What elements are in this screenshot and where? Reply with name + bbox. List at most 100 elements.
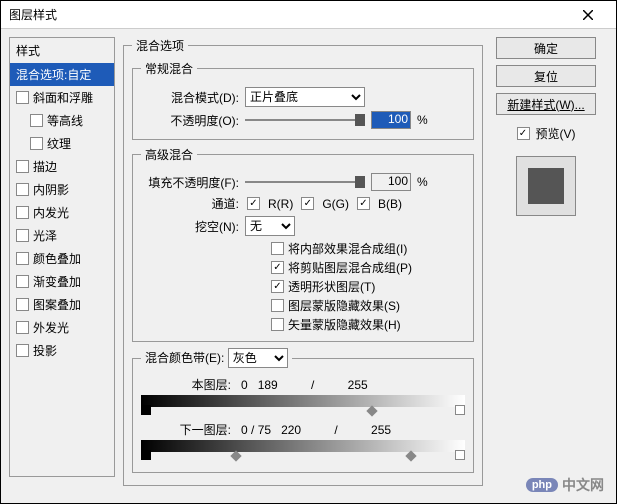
reset-button[interactable]: 复位 [496,65,596,87]
percent-label: % [417,113,428,127]
blend-if-group: 混合颜色带(E): 灰色 本图层: 0 189 / 255 [132,348,474,473]
content: 样式 混合选项:自定 斜面和浮雕 等高线 纹理 描边 内阴影 内发光 光泽 颜色… [1,29,616,503]
style-list: 样式 混合选项:自定 斜面和浮雕 等高线 纹理 描边 内阴影 内发光 光泽 颜色… [9,37,115,477]
checkbox[interactable] [16,183,29,196]
gradient-handle[interactable] [455,450,465,460]
under-layer-high: 220 / 255 [281,423,391,437]
this-layer-row: 本图层: 0 189 / 255 [141,376,465,393]
preview-label: 预览(V) [536,125,576,142]
gradient-handle[interactable] [141,405,151,415]
style-item-contour[interactable]: 等高线 [10,109,114,132]
ok-button[interactable]: 确定 [496,37,596,59]
gradient-handle[interactable] [455,405,465,415]
gradient-handle[interactable] [230,450,241,461]
buttons-panel: 确定 复位 新建样式(W)... 预览(V) [491,37,601,495]
this-layer-gradient[interactable] [141,395,465,409]
general-blend-legend: 常规混合 [141,60,197,77]
fill-opacity-row: 填充不透明度(F): 100 % [141,173,465,191]
checkbox[interactable] [16,91,29,104]
channel-g-checkbox[interactable] [301,197,314,210]
advanced-blend-group: 高级混合 填充不透明度(F): 100 % 通道: R(R) G(G) B(B) [132,146,474,342]
opacity-input[interactable]: 100 [371,111,411,129]
checkbox[interactable] [16,321,29,334]
channel-r-checkbox[interactable] [247,197,260,210]
style-item-gradient-overlay[interactable]: 渐变叠加 [10,270,114,293]
checkbox[interactable] [271,318,284,331]
style-item-inner-shadow[interactable]: 内阴影 [10,178,114,201]
checkbox[interactable] [16,252,29,265]
close-button[interactable] [568,1,608,29]
opt-layer-mask-hide: 图层蒙版隐藏效果(S) [271,297,465,314]
new-style-button[interactable]: 新建样式(W)... [496,93,596,115]
blend-mode-select[interactable]: 正片叠底 [245,87,365,107]
checkbox[interactable] [271,280,284,293]
style-item-bevel[interactable]: 斜面和浮雕 [10,86,114,109]
blend-if-legend: 混合颜色带(E): 灰色 [141,348,292,368]
checkbox[interactable] [271,242,284,255]
blend-options-group: 混合选项 常规混合 混合模式(D): 正片叠底 不透明度(O): 100 % [123,37,483,486]
preview-row: 预览(V) [517,125,576,142]
checkbox[interactable] [271,261,284,274]
this-layer-low: 0 [241,378,248,392]
fill-opacity-input[interactable]: 100 [371,173,411,191]
watermark-badge: php [526,478,558,492]
checkbox[interactable] [30,114,43,127]
under-layer-low: 0 / 75 [241,423,271,437]
styles-panel: 样式 混合选项:自定 斜面和浮雕 等高线 纹理 描边 内阴影 内发光 光泽 颜色… [9,37,115,495]
opacity-row: 不透明度(O): 100 % [141,111,465,129]
style-item-color-overlay[interactable]: 颜色叠加 [10,247,114,270]
advanced-blend-legend: 高级混合 [141,146,197,163]
under-layer-row: 下一图层: 0 / 75 220 / 255 [141,421,465,438]
opt-transparency-shapes: 透明形状图层(T) [271,278,465,295]
blend-mode-label: 混合模式(D): [141,89,239,106]
under-layer-gradient[interactable] [141,440,465,454]
style-item-stroke[interactable]: 描边 [10,155,114,178]
gradient-handle[interactable] [141,450,151,460]
blend-options-legend: 混合选项 [132,37,188,54]
gradient-handle[interactable] [405,450,416,461]
style-list-title: 样式 [10,38,114,63]
channel-g-label: G(G) [322,197,349,211]
style-item-outer-glow[interactable]: 外发光 [10,316,114,339]
this-layer-label: 本图层: [141,376,231,393]
checkbox[interactable] [16,229,29,242]
opacity-slider[interactable] [245,114,365,126]
checkbox[interactable] [16,206,29,219]
watermark: php 中文网 [526,475,604,495]
checkbox[interactable] [16,275,29,288]
this-layer-high: 189 / 255 [258,378,368,392]
blend-if-channel-select[interactable]: 灰色 [228,348,288,368]
knockout-row: 挖空(N): 无 [141,216,465,236]
style-item-pattern-overlay[interactable]: 图案叠加 [10,293,114,316]
knockout-label: 挖空(N): [141,218,239,235]
checkbox[interactable] [16,298,29,311]
channel-b-checkbox[interactable] [357,197,370,210]
general-blend-group: 常规混合 混合模式(D): 正片叠底 不透明度(O): 100 % [132,60,474,140]
watermark-text: 中文网 [562,475,604,495]
channels-label: 通道: [141,195,239,212]
titlebar: 图层样式 [1,1,616,29]
checkbox[interactable] [16,160,29,173]
checkbox[interactable] [271,299,284,312]
window-title: 图层样式 [9,6,57,23]
preview-inner [528,168,564,204]
style-item-inner-glow[interactable]: 内发光 [10,201,114,224]
checkbox[interactable] [30,137,43,150]
fill-opacity-slider[interactable] [245,176,365,188]
blend-mode-row: 混合模式(D): 正片叠底 [141,87,465,107]
style-item-drop-shadow[interactable]: 投影 [10,339,114,362]
percent-label: % [417,175,428,189]
under-layer-label: 下一图层: [141,421,231,438]
knockout-select[interactable]: 无 [245,216,295,236]
blend-options-panel: 混合选项 常规混合 混合模式(D): 正片叠底 不透明度(O): 100 % [123,37,483,495]
style-item-texture[interactable]: 纹理 [10,132,114,155]
fill-opacity-label: 填充不透明度(F): [141,174,239,191]
checkbox[interactable] [16,344,29,357]
gradient-handle[interactable] [366,405,377,416]
preview-checkbox[interactable] [517,127,530,140]
opt-inner-effects: 将内部效果混合成组(I) [271,240,465,257]
channel-r-label: R(R) [268,197,293,211]
channel-b-label: B(B) [378,197,402,211]
style-item-satin[interactable]: 光泽 [10,224,114,247]
style-item-blending-options[interactable]: 混合选项:自定 [10,63,114,86]
